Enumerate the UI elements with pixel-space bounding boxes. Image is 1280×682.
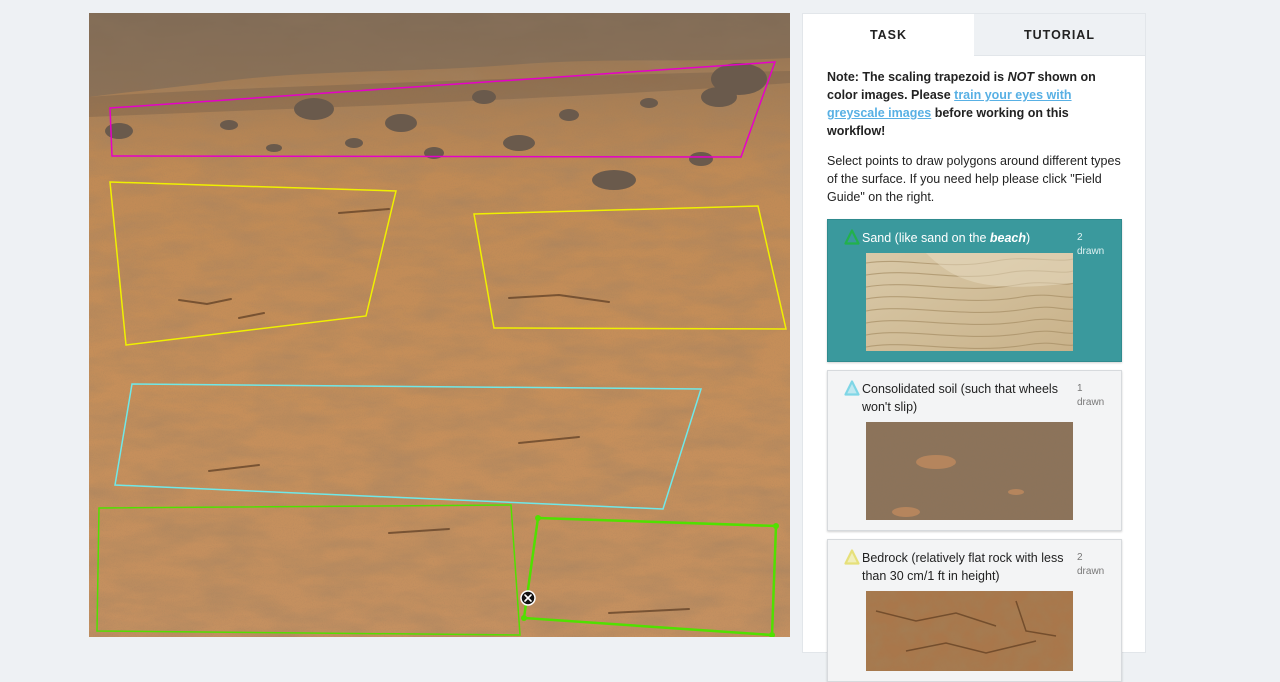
drawn-count: 2 drawn xyxy=(1077,232,1105,257)
task-body: Note: The scaling trapezoid is NOT shown… xyxy=(803,56,1145,682)
mars-surface-photo[interactable] xyxy=(89,13,790,637)
drawn-count: 1 drawn xyxy=(1077,383,1105,408)
consolidated-soil-photo xyxy=(866,422,1073,520)
answer-label: Bedrock (relatively flat rock with less … xyxy=(862,551,1064,583)
panel-tabs: TASK TUTORIAL xyxy=(803,14,1145,56)
answer-bedrock[interactable]: Bedrock (relatively flat rock with less … xyxy=(827,539,1122,682)
answer-sand[interactable]: Sand (like sand on the beach) 2 drawn xyxy=(827,219,1122,362)
note-emphasis: NOT xyxy=(1007,70,1034,84)
answer-consolidated-soil[interactable]: Consolidated soil (such that wheels won'… xyxy=(827,370,1122,531)
drawn-count: 2 drawn xyxy=(1077,552,1105,577)
polygon-tool-icon xyxy=(844,380,860,396)
answer-label: Sand (like sand on the beach) xyxy=(862,231,1031,245)
task-panel: TASK TUTORIAL Note: The scaling trapezoi… xyxy=(802,13,1146,682)
tab-task[interactable]: TASK xyxy=(803,14,974,56)
answer-label: Consolidated soil (such that wheels won'… xyxy=(862,382,1058,414)
note-prefix: Note: The scaling trapezoid is xyxy=(827,70,1008,84)
task-instructions: Select points to draw polygons around di… xyxy=(827,154,1121,204)
workflow-note: Note: The scaling trapezoid is NOT shown… xyxy=(827,68,1121,140)
polygon-tool-icon xyxy=(844,549,860,565)
delete-mark-icon[interactable] xyxy=(520,590,536,606)
sand-dunes-photo xyxy=(866,253,1073,351)
tab-tutorial[interactable]: TUTORIAL xyxy=(974,14,1145,56)
subject-image[interactable] xyxy=(89,13,790,637)
polygon-tool-icon xyxy=(844,229,860,245)
bedrock-photo xyxy=(866,591,1073,671)
